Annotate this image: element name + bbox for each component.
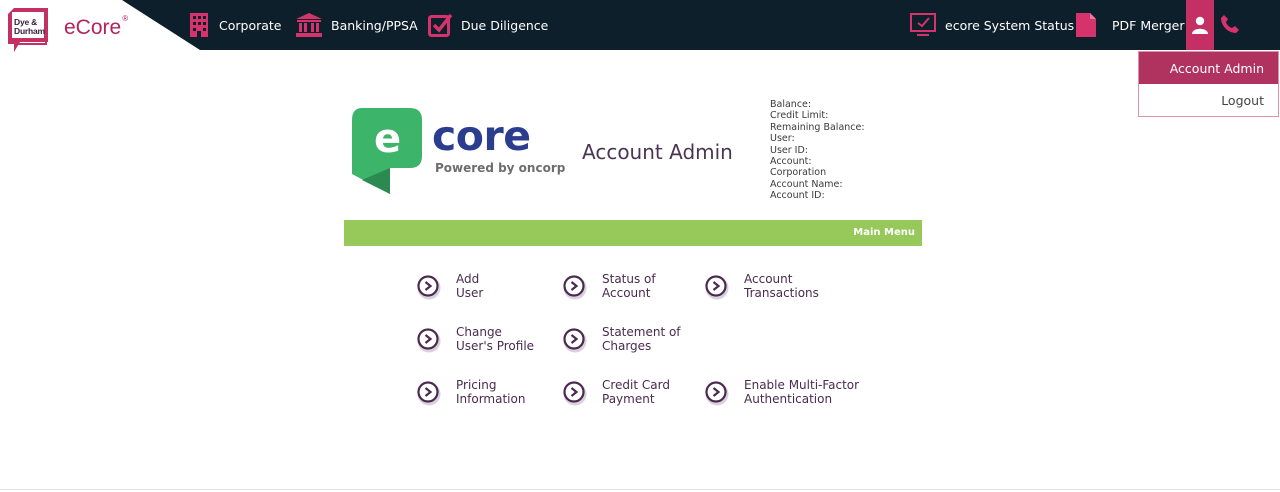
- option-line1: Pricing: [456, 378, 497, 392]
- option-line2: Information: [456, 392, 526, 406]
- option-line2: Charges: [602, 339, 652, 353]
- user-dropdown-menu: Account Admin Logout: [1138, 51, 1279, 117]
- option-line1: Credit Card: [602, 378, 670, 392]
- arrow-circle-icon: [563, 275, 587, 300]
- nav-corporate[interactable]: Corporate: [188, 0, 282, 50]
- info-account: Account:: [770, 156, 812, 168]
- ecore-logo-letter: e: [374, 116, 401, 162]
- option-label: Add User: [456, 272, 483, 300]
- building-icon: [188, 13, 210, 37]
- info-balance: Balance:: [770, 99, 812, 110]
- menu-item-account-admin[interactable]: Account Admin: [1139, 52, 1278, 84]
- option-label: Change User's Profile: [456, 325, 534, 353]
- checkbox-icon: [428, 13, 452, 37]
- powered-by-text: Powered by oncorp: [435, 161, 566, 175]
- nav-system-status[interactable]: ecore System Status: [910, 0, 1074, 50]
- nav-due-diligence-label: Due Diligence: [461, 17, 549, 33]
- option-label: Pricing Information: [456, 378, 525, 406]
- option-line1: Statement of: [602, 325, 681, 339]
- bank-icon: [296, 13, 322, 37]
- main-menu-bar: Main Menu: [344, 220, 922, 246]
- brand-text: eCore: [64, 16, 122, 39]
- user-icon: [1192, 16, 1208, 34]
- option-line2: User's Profile: [456, 339, 535, 353]
- ecore-brand[interactable]: eCore®: [64, 14, 129, 40]
- account-info-panel: Balance: Credit Limit: Remaining Balance…: [770, 99, 865, 202]
- nav-due-diligence[interactable]: Due Diligence: [428, 0, 548, 50]
- option-line2: Transactions: [744, 286, 819, 300]
- dye-durham-logo[interactable]: Dye & Durham: [8, 8, 54, 52]
- option-line1: Enable Multi-Factor: [744, 378, 860, 392]
- arrow-circle-icon: [705, 381, 729, 406]
- monitor-check-icon: [910, 13, 936, 37]
- option-line1: Account: [744, 272, 793, 286]
- option-label: Enable Multi-Factor Authentication: [744, 378, 859, 406]
- document-icon: [1076, 13, 1096, 37]
- option-account-transactions[interactable]: Account Transactions: [704, 272, 819, 300]
- phone-icon: [1221, 15, 1239, 33]
- info-account-name: Account Name:: [770, 178, 843, 190]
- option-line1: Change: [456, 325, 502, 339]
- arrow-circle-icon: [563, 328, 587, 353]
- option-label: Status of Account: [602, 272, 656, 300]
- footer-divider: [0, 489, 1280, 490]
- arrow-circle-icon: [417, 275, 441, 300]
- option-credit-card-payment[interactable]: Credit Card Payment: [562, 378, 670, 406]
- info-remaining-balance: Remaining Balance:: [770, 121, 865, 133]
- page-title: Account Admin: [582, 140, 733, 164]
- option-line2: Authentication: [744, 392, 833, 406]
- user-menu-button[interactable]: [1186, 0, 1214, 50]
- option-label: Account Transactions: [744, 272, 819, 300]
- info-user-id: User ID:: [770, 144, 808, 156]
- arrow-circle-icon: [563, 381, 587, 406]
- option-statement-of-charges[interactable]: Statement of Charges: [562, 325, 681, 353]
- nav-banking-ppsa[interactable]: Banking/PPSA: [296, 0, 418, 50]
- logo-text-line2: Durham: [14, 26, 45, 36]
- registered-mark: ®: [122, 14, 129, 23]
- option-enable-mfa[interactable]: Enable Multi-Factor Authentication: [704, 378, 859, 406]
- arrow-circle-icon: [417, 381, 441, 406]
- main-menu-label[interactable]: Main Menu: [853, 227, 915, 238]
- nav-pdf-merger-label: PDF Merger: [1112, 17, 1185, 33]
- option-line1: Status of: [602, 272, 656, 286]
- option-line2: User: [456, 286, 484, 300]
- menu-item-logout[interactable]: Logout: [1139, 84, 1278, 116]
- option-line1: Add: [456, 272, 480, 286]
- phone-button[interactable]: [1218, 12, 1242, 36]
- dye-durham-logo-text: Dye & Durham: [14, 18, 45, 36]
- page: Dye & Durham eCore® Corporate Banking/PP…: [0, 0, 1280, 492]
- info-corporation: Corporation: [770, 167, 827, 179]
- option-pricing-information[interactable]: Pricing Information: [416, 378, 525, 406]
- ecore-speech-bubble-icon: e: [352, 108, 422, 194]
- arrow-circle-icon: [705, 275, 729, 300]
- nav-pdf-merger[interactable]: PDF Merger: [1076, 0, 1185, 50]
- option-label: Statement of Charges: [602, 325, 681, 353]
- info-account-id: Account ID:: [770, 190, 825, 202]
- option-change-user-profile[interactable]: Change User's Profile: [416, 325, 534, 353]
- arrow-circle-icon: [417, 328, 441, 353]
- nav-banking-label: Banking/PPSA: [331, 17, 418, 33]
- nav-corporate-label: Corporate: [219, 17, 282, 33]
- option-status-of-account[interactable]: Status of Account: [562, 272, 656, 300]
- option-line2: Account: [602, 286, 651, 300]
- info-credit-limit: Credit Limit:: [770, 110, 829, 122]
- info-user: User:: [770, 133, 795, 145]
- ecore-logo-text: core: [432, 112, 531, 160]
- option-add-user[interactable]: Add User: [416, 272, 483, 300]
- option-label: Credit Card Payment: [602, 378, 670, 406]
- option-line2: Payment: [602, 392, 655, 406]
- nav-system-status-label: ecore System Status: [945, 17, 1075, 33]
